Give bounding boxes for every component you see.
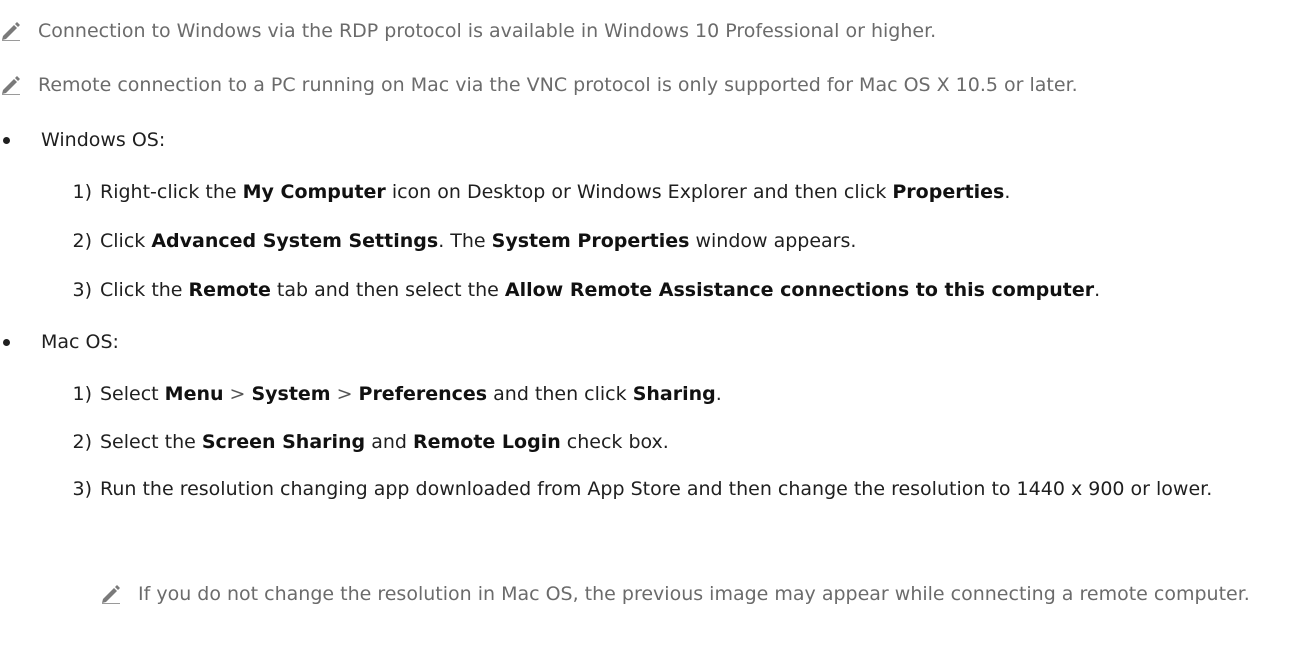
- chevron-right-icon: >: [229, 383, 246, 405]
- mac-os-bullet: Mac OS:: [0, 327, 119, 357]
- ui-term-advanced-system-settings: Advanced System Settings: [151, 230, 439, 252]
- step-text: Click the Remote tab and then select the…: [100, 279, 1101, 301]
- step-text: Run the resolution changing app download…: [100, 478, 1213, 500]
- note-rdp: Connection to Windows via the RDP protoc…: [0, 16, 936, 47]
- pencil-note-icon: [2, 76, 20, 95]
- note-rdp-text: Connection to Windows via the RDP protoc…: [38, 20, 937, 42]
- note-resolution: If you do not change the resolution in M…: [100, 579, 1288, 610]
- windows-step-1: 1) Right-click the My Computer icon on D…: [0, 177, 1010, 207]
- manual-page: Connection to Windows via the RDP protoc…: [0, 0, 1311, 669]
- pencil-note-icon: [2, 22, 20, 41]
- step-number: 3): [72, 478, 92, 500]
- mac-os-heading: Mac OS:: [41, 331, 119, 353]
- step-number: 2): [72, 230, 92, 252]
- mac-step-2: 2) Select the Screen Sharing and Remote …: [0, 427, 669, 457]
- bullet-dot-icon: [3, 136, 10, 144]
- windows-os-heading: Windows OS:: [41, 129, 166, 151]
- ui-term-system: System: [251, 383, 331, 405]
- windows-step-3: 3) Click the Remote tab and then select …: [0, 275, 1100, 305]
- ui-term-screen-sharing: Screen Sharing: [201, 431, 366, 453]
- windows-os-bullet: Windows OS:: [0, 125, 165, 155]
- ui-term-allow-remote-assistance: Allow Remote Assistance connections to t…: [504, 279, 1095, 301]
- step-text: Click Advanced System Settings. The Syst…: [100, 230, 857, 252]
- step-number: 1): [72, 181, 92, 203]
- ui-term-remote-login: Remote Login: [412, 431, 561, 453]
- ui-term-my-computer: My Computer: [242, 181, 386, 203]
- note-resolution-text: If you do not change the resolution in M…: [138, 583, 1250, 605]
- step-text: Select the Screen Sharing and Remote Log…: [100, 431, 669, 453]
- step-text: Right-click the My Computer icon on Desk…: [100, 181, 1011, 203]
- ui-term-system-properties: System Properties: [491, 230, 690, 252]
- bullet-dot-icon: [3, 338, 10, 346]
- ui-term-menu: Menu: [164, 383, 224, 405]
- note-vnc-text: Remote connection to a PC running on Mac…: [38, 74, 1078, 96]
- step-number: 1): [72, 383, 92, 405]
- chevron-right-icon: >: [336, 383, 353, 405]
- pencil-note-icon: [102, 585, 120, 604]
- ui-term-properties: Properties: [892, 181, 1005, 203]
- step-number: 3): [72, 279, 92, 301]
- windows-step-2: 2) Click Advanced System Settings. The S…: [0, 226, 856, 256]
- step-number: 2): [72, 431, 92, 453]
- mac-step-3: 3) Run the resolution changing app downl…: [0, 474, 1300, 504]
- ui-term-remote: Remote: [188, 279, 271, 301]
- step-text: Select Menu > System > Preferences and then …: [100, 383, 722, 405]
- mac-step-1: 1) Select Menu > System > Preferences and th…: [0, 379, 722, 409]
- ui-term-sharing: Sharing: [632, 383, 716, 405]
- ui-term-preferences: Preferences: [358, 383, 488, 405]
- note-vnc: Remote connection to a PC running on Mac…: [0, 70, 1078, 101]
